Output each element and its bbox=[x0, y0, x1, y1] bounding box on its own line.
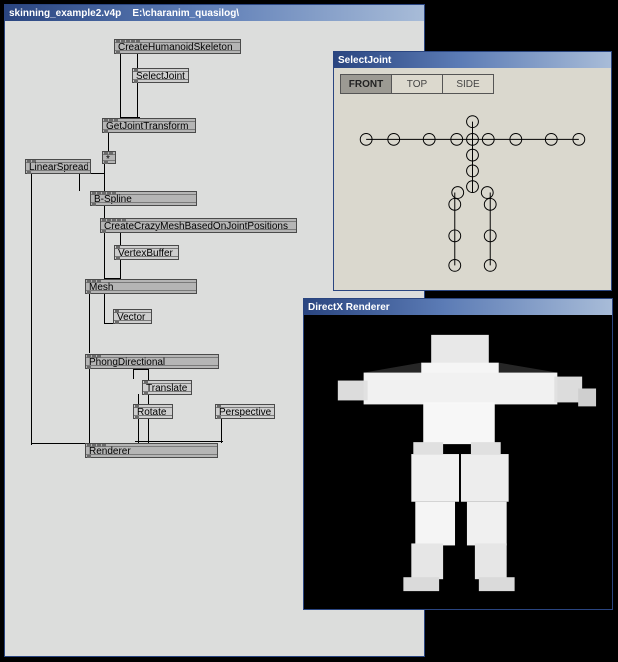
patch-link bbox=[221, 418, 222, 443]
patch-link bbox=[133, 369, 148, 370]
patch-link bbox=[137, 54, 138, 68]
patch-link bbox=[120, 259, 121, 279]
patch-link bbox=[108, 133, 109, 151]
renderer-window[interactable]: DirectX Renderer bbox=[303, 298, 613, 610]
tab-top[interactable]: TOP bbox=[391, 74, 443, 94]
selectjoint-window[interactable]: SelectJoint FRONT TOP SIDE bbox=[333, 51, 612, 291]
patch-titlebar[interactable]: skinning_example2.v4p E:\charanim_quasil… bbox=[5, 5, 424, 21]
selectjoint-titlebar[interactable]: SelectJoint bbox=[334, 52, 611, 68]
renderer-titlebar[interactable]: DirectX Renderer bbox=[304, 299, 612, 315]
node-phong-directional[interactable]: PhongDirectional bbox=[85, 354, 219, 369]
patch-link bbox=[104, 166, 105, 191]
renderer-viewport[interactable] bbox=[304, 315, 612, 609]
patch-link bbox=[138, 394, 139, 404]
node-multiply[interactable]: * bbox=[102, 151, 116, 164]
patch-link bbox=[79, 173, 80, 191]
patch-link bbox=[120, 54, 121, 119]
patch-link bbox=[104, 293, 105, 323]
patch-link bbox=[89, 293, 90, 353]
patch-link bbox=[148, 394, 149, 444]
patch-link bbox=[138, 418, 139, 443]
view-tabs: FRONT TOP SIDE bbox=[340, 74, 494, 94]
node-create-crazy-mesh[interactable]: CreateCrazyMeshBasedOnJointPositions bbox=[100, 218, 297, 233]
node-renderer[interactable]: Renderer bbox=[85, 443, 218, 458]
renderer-title: DirectX Renderer bbox=[308, 302, 390, 313]
patch-link bbox=[104, 233, 105, 278]
render-output-icon bbox=[304, 315, 612, 609]
patch-title: skinning_example2.v4p E:\charanim_quasil… bbox=[9, 8, 239, 19]
patch-link bbox=[31, 173, 32, 445]
node-create-humanoid-skeleton[interactable]: CreateHumanoidSkeleton bbox=[114, 39, 241, 54]
skeleton-icon bbox=[334, 98, 611, 290]
patch-link bbox=[137, 81, 138, 119]
tab-side[interactable]: SIDE bbox=[442, 74, 494, 94]
patch-link bbox=[135, 441, 223, 442]
node-linear-spread[interactable]: LinearSpread bbox=[25, 159, 91, 174]
patch-link bbox=[89, 368, 90, 443]
node-mesh[interactable]: Mesh bbox=[85, 279, 197, 294]
patch-link bbox=[31, 443, 91, 444]
patch-link bbox=[133, 369, 134, 379]
selectjoint-title: SelectJoint bbox=[338, 55, 391, 66]
node-translate[interactable]: Translate bbox=[142, 380, 192, 395]
skeleton-view[interactable] bbox=[334, 98, 611, 290]
node-rotate[interactable]: Rotate bbox=[133, 404, 173, 419]
patch-link bbox=[120, 233, 121, 245]
node-bspline[interactable]: B-Spline bbox=[90, 191, 197, 206]
node-vertex-buffer[interactable]: VertexBuffer bbox=[114, 245, 179, 260]
node-perspective[interactable]: Perspective bbox=[215, 404, 275, 419]
node-get-joint-transform[interactable]: GetJointTransform bbox=[102, 118, 196, 133]
node-vector[interactable]: Vector bbox=[113, 309, 152, 324]
tab-front[interactable]: FRONT bbox=[340, 74, 392, 94]
node-select-joint[interactable]: SelectJoint bbox=[132, 68, 189, 83]
selectjoint-body[interactable]: FRONT TOP SIDE bbox=[334, 68, 611, 290]
